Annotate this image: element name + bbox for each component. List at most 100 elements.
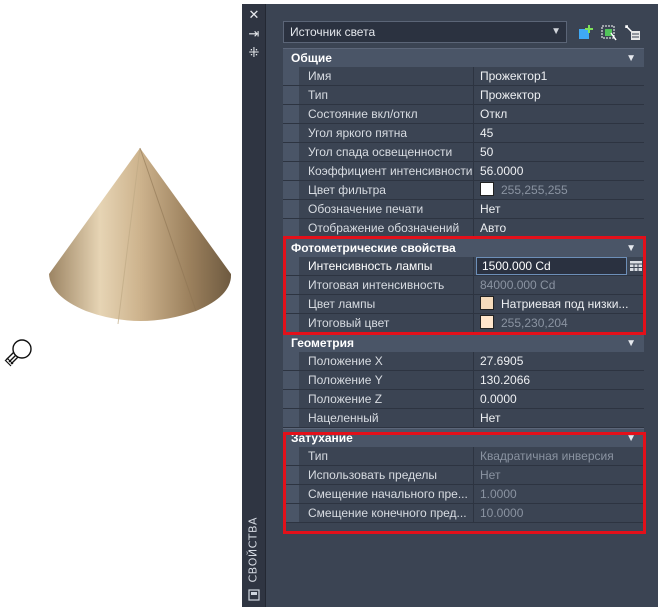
- property-name[interactable]: Угол спада освещенности: [300, 143, 474, 161]
- property-name[interactable]: Итоговая интенсивность: [300, 276, 474, 294]
- property-row[interactable]: Положение Y 130.2066: [283, 371, 644, 390]
- property-value-input[interactable]: 1500.000 Cd: [476, 257, 627, 275]
- property-value[interactable]: 50: [475, 143, 644, 161]
- collapse-chevron-icon[interactable]: ▼: [626, 429, 636, 448]
- property-row[interactable]: Угол спада освещенности 50: [283, 143, 644, 162]
- property-value[interactable]: Нет: [475, 466, 644, 484]
- property-name[interactable]: Цвет лампы: [300, 295, 474, 313]
- property-value[interactable]: 10.0000: [475, 504, 644, 522]
- color-swatch: [480, 315, 494, 329]
- property-value[interactable]: Откл: [475, 105, 644, 123]
- drawing-viewport[interactable]: [0, 0, 242, 611]
- property-value[interactable]: 255,230,204: [475, 314, 644, 332]
- autohide-icon[interactable]: ⇥: [247, 28, 261, 42]
- property-name[interactable]: Положение X: [300, 352, 474, 370]
- property-value[interactable]: Натриевая под низки...: [475, 295, 644, 313]
- color-swatch: [480, 182, 494, 196]
- property-row[interactable]: Итоговая интенсивность 84000.000 Cd: [283, 276, 644, 295]
- palette-menu-icon[interactable]: [248, 589, 260, 601]
- property-value[interactable]: Прожектор1: [475, 67, 644, 85]
- palette-toolbar: Источник света ▼: [283, 21, 656, 45]
- property-name[interactable]: Тип: [300, 86, 474, 104]
- object-type-select[interactable]: Источник света ▼: [283, 21, 567, 43]
- property-name[interactable]: Положение Y: [300, 371, 474, 389]
- property-value[interactable]: 1.0000: [475, 485, 644, 503]
- category-header[interactable]: Геометрия ▼: [283, 333, 644, 352]
- property-row[interactable]: Интенсивность лампы 1500.000 Cd: [283, 257, 644, 276]
- property-name[interactable]: Интенсивность лампы: [300, 257, 474, 275]
- property-value[interactable]: Квадратичная инверсия: [475, 447, 644, 465]
- collapse-chevron-icon[interactable]: ▼: [626, 239, 636, 258]
- property-name[interactable]: Положение Z: [300, 390, 474, 408]
- property-name[interactable]: Цвет фильтра: [300, 181, 474, 199]
- property-row[interactable]: Смещение начального пре... 1.0000: [283, 485, 644, 504]
- property-row[interactable]: Тип Квадратичная инверсия: [283, 447, 644, 466]
- property-row[interactable]: Использовать пределы Нет: [283, 466, 644, 485]
- property-name[interactable]: Использовать пределы: [300, 466, 474, 484]
- category-header[interactable]: Затухание ▼: [283, 428, 644, 447]
- palette-settings-icon[interactable]: ⁜: [247, 47, 261, 61]
- select-objects-icon[interactable]: [600, 24, 618, 42]
- row-gutter: [283, 143, 299, 161]
- category-title: Общие: [291, 51, 332, 65]
- calculator-icon[interactable]: [629, 259, 643, 273]
- property-name[interactable]: Смещение начального пре...: [300, 485, 474, 503]
- property-name[interactable]: Состояние вкл/откл: [300, 105, 474, 123]
- property-row[interactable]: Положение X 27.6905: [283, 352, 644, 371]
- property-name[interactable]: Имя: [300, 67, 474, 85]
- property-row[interactable]: Имя Прожектор1: [283, 67, 644, 86]
- property-value[interactable]: Нет: [475, 200, 644, 218]
- property-row[interactable]: Обозначение печати Нет: [283, 200, 644, 219]
- light-glyph-icon[interactable]: [2, 336, 34, 370]
- toggle-pickadd-icon[interactable]: [576, 24, 594, 42]
- property-value-text: 10.0000: [480, 506, 524, 520]
- property-value[interactable]: 130.2066: [475, 371, 644, 389]
- collapse-chevron-icon[interactable]: ▼: [626, 49, 636, 68]
- property-row[interactable]: Цвет фильтра 255,255,255: [283, 181, 644, 200]
- property-name[interactable]: Итоговый цвет: [300, 314, 474, 332]
- row-gutter: [283, 485, 299, 503]
- property-value[interactable]: Прожектор: [475, 86, 644, 104]
- property-value[interactable]: 45: [475, 124, 644, 142]
- property-value-text: Нет: [480, 411, 501, 425]
- row-gutter: [283, 181, 299, 199]
- property-value[interactable]: Нет: [475, 409, 644, 427]
- property-value[interactable]: 56.0000: [475, 162, 644, 180]
- property-name[interactable]: Угол яркого пятна: [300, 124, 474, 142]
- property-name[interactable]: Коэффициент интенсивности: [300, 162, 474, 180]
- close-icon[interactable]: ✕: [247, 9, 261, 23]
- category-header[interactable]: Фотометрические свойства ▼: [283, 238, 644, 257]
- property-row[interactable]: Угол яркого пятна 45: [283, 124, 644, 143]
- property-value[interactable]: 0.0000: [475, 390, 644, 408]
- property-value-text: Квадратичная инверсия: [480, 449, 614, 463]
- property-value-text: 84000.000 Cd: [480, 278, 556, 292]
- collapse-chevron-icon[interactable]: ▼: [626, 334, 636, 353]
- property-row[interactable]: Состояние вкл/откл Откл: [283, 105, 644, 124]
- row-gutter: [283, 257, 299, 275]
- property-name[interactable]: Отображение обозначений: [300, 219, 474, 237]
- property-row[interactable]: Нацеленный Нет: [283, 409, 644, 428]
- property-name[interactable]: Смещение конечного пред...: [300, 504, 474, 522]
- property-name[interactable]: Нацеленный: [300, 409, 474, 427]
- property-name[interactable]: Обозначение печати: [300, 200, 474, 218]
- chevron-down-icon: ▼: [551, 26, 561, 37]
- property-row[interactable]: Тип Прожектор: [283, 86, 644, 105]
- property-value[interactable]: 255,255,255: [475, 181, 644, 199]
- cone-3d-object[interactable]: [46, 146, 234, 331]
- row-gutter: [283, 466, 299, 484]
- property-row[interactable]: Смещение конечного пред... 10.0000: [283, 504, 644, 523]
- property-row[interactable]: Цвет лампы Натриевая под низки...: [283, 295, 644, 314]
- category-header[interactable]: Общие ▼: [283, 48, 644, 67]
- property-value-text: 0.0000: [480, 392, 517, 406]
- row-gutter: [283, 447, 299, 465]
- quick-select-icon[interactable]: [624, 24, 642, 42]
- property-value[interactable]: 27.6905: [475, 352, 644, 370]
- property-value[interactable]: Авто: [475, 219, 644, 237]
- property-row[interactable]: Отображение обозначений Авто: [283, 219, 644, 238]
- property-value[interactable]: 84000.000 Cd: [475, 276, 644, 294]
- property-row[interactable]: Положение Z 0.0000: [283, 390, 644, 409]
- property-name[interactable]: Тип: [300, 447, 474, 465]
- row-gutter: [283, 409, 299, 427]
- property-row[interactable]: Итоговый цвет 255,230,204: [283, 314, 644, 333]
- property-row[interactable]: Коэффициент интенсивности 56.0000: [283, 162, 644, 181]
